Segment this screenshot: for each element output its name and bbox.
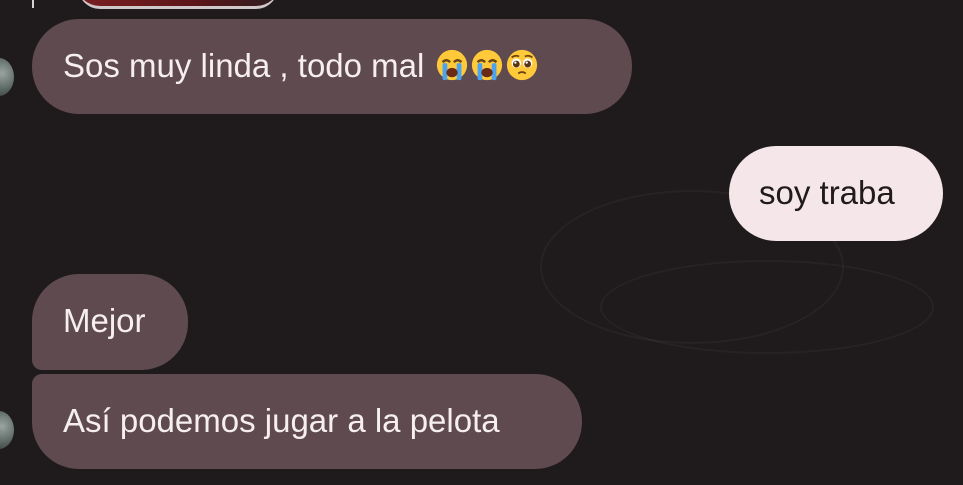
message-text: Sos muy linda , todo mal: [63, 47, 425, 84]
loudly-crying-face-icon: [436, 49, 467, 81]
message-text: Así podemos jugar a la pelota: [63, 402, 500, 439]
pleading-face-icon: [506, 49, 537, 81]
wallpaper-doodle: [600, 260, 934, 354]
chat-screen: Sos muy linda , todo mal soy traba Mejor…: [0, 0, 963, 485]
outgoing-message-bubble[interactable]: soy traba: [729, 146, 943, 241]
image-message-edge[interactable]: [78, 0, 278, 9]
divider: [32, 0, 34, 8]
loudly-crying-face-icon: [471, 49, 502, 81]
contact-avatar[interactable]: [0, 411, 14, 449]
contact-avatar[interactable]: [0, 58, 14, 96]
incoming-message-bubble[interactable]: Mejor: [32, 274, 188, 370]
incoming-message-bubble[interactable]: Sos muy linda , todo mal: [32, 19, 632, 114]
incoming-message-bubble[interactable]: Así podemos jugar a la pelota: [32, 374, 582, 469]
message-text: soy traba: [759, 174, 895, 211]
message-text: Mejor: [63, 302, 146, 339]
